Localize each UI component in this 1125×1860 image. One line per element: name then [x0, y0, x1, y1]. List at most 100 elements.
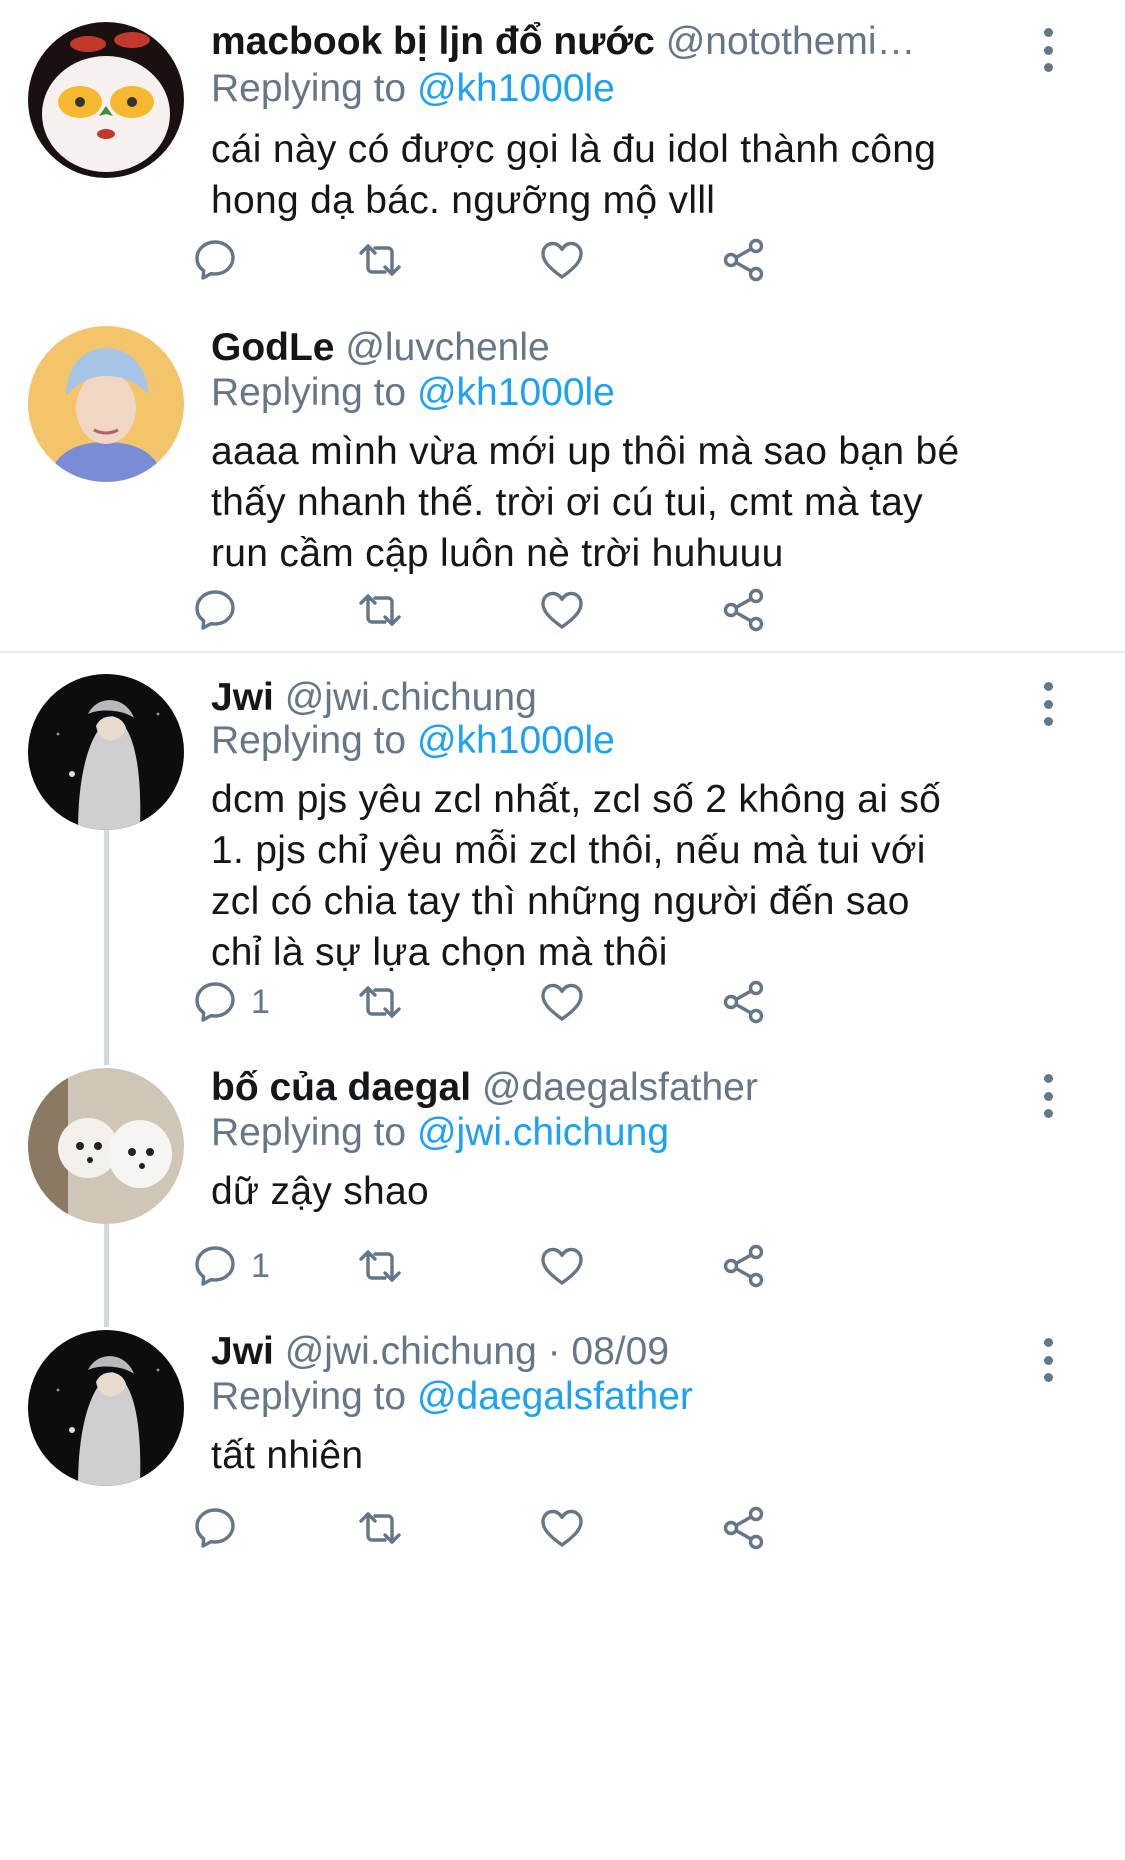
display-name[interactable]: macbook bị ljn đổ nước: [211, 20, 655, 63]
avatar[interactable]: [28, 1068, 184, 1224]
tweet-text-line: tất nhiên: [211, 1434, 364, 1477]
share-icon: [720, 978, 768, 1026]
tweet-text-line: dcm pjs yêu zcl nhất, zcl số 2 không ai …: [211, 778, 942, 821]
like-button[interactable]: [538, 582, 586, 638]
reply-icon: [191, 586, 239, 634]
retweet-button[interactable]: [356, 974, 404, 1030]
share-button[interactable]: [720, 1500, 768, 1556]
retweet-button[interactable]: [356, 1238, 404, 1294]
tweet-text-line: thấy nhanh thế. trời ơi cú tui, cmt mà t…: [211, 481, 923, 524]
tweet-text: tất nhiên: [211, 1430, 1071, 1481]
share-button[interactable]: [720, 974, 768, 1030]
share-button[interactable]: [720, 1238, 768, 1294]
share-icon: [720, 236, 768, 284]
heart-icon: [538, 236, 586, 284]
tweet-actions: [211, 232, 971, 288]
reply-button[interactable]: [191, 232, 251, 288]
display-name[interactable]: GodLe: [211, 326, 335, 369]
mention-link[interactable]: @jwi.chichung: [417, 1111, 669, 1154]
tweet-actions: 1: [211, 974, 971, 1030]
user-handle[interactable]: @daegalsfather: [482, 1066, 758, 1109]
share-icon: [720, 586, 768, 634]
tweet-actions: 1: [211, 1238, 971, 1294]
reply-count: 1: [251, 1246, 270, 1285]
more-options-icon[interactable]: [1033, 28, 1063, 72]
mention-link[interactable]: @kh1000le: [417, 67, 615, 110]
tweet-text-line: run cầm cập luôn nè trời huhuuu: [211, 532, 784, 575]
tweet-text-line: cái này có được gọi là đu idol thành côn…: [211, 128, 937, 171]
avatar-hooded-person-icon: [28, 674, 184, 830]
tweet-actions: [211, 1500, 971, 1556]
reply-button[interactable]: [191, 582, 251, 638]
mention-link[interactable]: @kh1000le: [417, 719, 615, 762]
reply-icon: [191, 1242, 239, 1290]
retweet-icon: [356, 586, 404, 634]
like-button[interactable]: [538, 974, 586, 1030]
tweet-text-line: 1. pjs chỉ yêu mỗi zcl thôi, nếu mà tui …: [211, 829, 926, 872]
replying-label: Replying to: [211, 719, 407, 762]
avatar[interactable]: [28, 1330, 184, 1486]
replying-to: Replying to @jwi.chichung: [211, 1106, 669, 1160]
tweet-text-line: aaaa mình vừa mới up thôi mà sao bạn bé: [211, 430, 960, 473]
more-options-icon[interactable]: [1033, 682, 1063, 726]
retweet-button[interactable]: [356, 232, 404, 288]
user-handle[interactable]: @jwi.chichung · 08/09: [285, 1330, 669, 1373]
replying-label: Replying to: [211, 1375, 407, 1418]
heart-icon: [538, 1242, 586, 1290]
tweet-text: dcm pjs yêu zcl nhất, zcl số 2 không ai …: [211, 774, 1071, 978]
retweet-icon: [356, 1504, 404, 1552]
retweet-icon: [356, 236, 404, 284]
more-options-icon[interactable]: [1033, 1338, 1063, 1382]
display-name[interactable]: bố của daegal: [211, 1066, 471, 1109]
like-button[interactable]: [538, 1500, 586, 1556]
reply-button[interactable]: 1: [191, 974, 270, 1030]
replying-label: Replying to: [211, 1111, 407, 1154]
avatar[interactable]: [28, 22, 184, 178]
tweet[interactable]: Jwi @jwi.chichung · 08/09 Replying to @d…: [0, 1324, 1125, 1860]
retweet-button[interactable]: [356, 582, 404, 638]
avatar-hooded-person-icon: [28, 1330, 184, 1486]
replying-to: Replying to @daegalsfather: [211, 1370, 693, 1424]
tweet-text-line: dữ zậy shao: [211, 1170, 430, 1213]
avatar[interactable]: [28, 326, 184, 482]
replying-label: Replying to: [211, 371, 407, 414]
more-options-icon[interactable]: [1033, 1074, 1063, 1118]
display-name[interactable]: Jwi: [211, 676, 274, 719]
divider: [0, 651, 1125, 653]
tweet-text-line: chỉ là sự lựa chọn mà thôi: [211, 931, 668, 974]
share-icon: [720, 1242, 768, 1290]
like-button[interactable]: [538, 1238, 586, 1294]
user-handle[interactable]: @luvchenle: [345, 326, 549, 369]
reply-button[interactable]: 1: [191, 1238, 270, 1294]
avatar-blue-hair-person-icon: [28, 326, 184, 482]
reply-icon: [191, 236, 239, 284]
reply-button[interactable]: [191, 1500, 251, 1556]
user-handle[interactable]: @jwi.chichung: [285, 676, 537, 719]
mention-link[interactable]: @kh1000le: [417, 371, 615, 414]
mention-link[interactable]: @daegalsfather: [417, 1375, 693, 1418]
tweet[interactable]: Jwi @jwi.chichung Replying to @kh1000le …: [0, 654, 1125, 1054]
heart-icon: [538, 1504, 586, 1552]
heart-icon: [538, 586, 586, 634]
tweet[interactable]: GodLe @luvchenle Replying to @kh1000le a…: [0, 300, 1125, 650]
display-name[interactable]: Jwi: [211, 1330, 274, 1373]
user-handle[interactable]: @notothemi…: [666, 20, 916, 63]
like-button[interactable]: [538, 232, 586, 288]
avatar-white-dogs-icon: [28, 1068, 184, 1224]
replying-to: Replying to @kh1000le: [211, 366, 615, 420]
tweet-text-line: zcl có chia tay thì những người đến sao: [211, 880, 910, 923]
share-button[interactable]: [720, 582, 768, 638]
replying-label: Replying to: [211, 67, 407, 110]
replying-to: Replying to @kh1000le: [211, 714, 615, 768]
tweet[interactable]: bố của daegal @daegalsfather Replying to…: [0, 1054, 1125, 1324]
tweet-text-line: hong dạ bác. ngưỡng mộ vlll: [211, 179, 716, 222]
avatar[interactable]: [28, 674, 184, 830]
tweet-text: aaaa mình vừa mới up thôi mà sao bạn bé …: [211, 426, 1071, 579]
reply-icon: [191, 978, 239, 1026]
reply-icon: [191, 1504, 239, 1552]
heart-icon: [538, 978, 586, 1026]
avatar-cartoon-egg-eyes-icon: [28, 22, 184, 178]
retweet-button[interactable]: [356, 1500, 404, 1556]
tweet-text: dữ zậy shao: [211, 1166, 1071, 1217]
share-button[interactable]: [720, 232, 768, 288]
